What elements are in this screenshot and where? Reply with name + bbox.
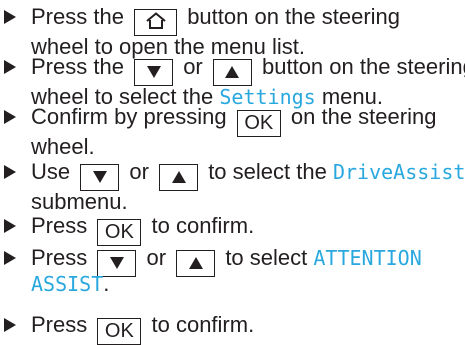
bullet-arrow-icon [4, 318, 16, 332]
step-text: Press [31, 312, 88, 337]
step-text: Press [31, 245, 88, 270]
step-text: or [183, 54, 203, 79]
menu-name-highlight: ATTENTION [313, 246, 422, 270]
bullet-arrow-icon [4, 10, 16, 24]
down-triangle-icon [92, 171, 107, 183]
bullet-arrow-icon [4, 251, 16, 265]
step-text: to confirm. [151, 213, 255, 238]
up-button-key [159, 164, 199, 191]
up-button-key [176, 250, 216, 277]
bullet-arrow-icon [4, 165, 16, 179]
up-triangle-icon [225, 66, 240, 78]
ok-button-key: OK [97, 219, 142, 246]
step-text: button on the steering [187, 4, 401, 29]
step-text: Use [31, 159, 71, 184]
up-triangle-icon [171, 171, 186, 183]
ok-button-key: OK [236, 110, 281, 137]
step-text: Confirm by pressing [31, 104, 227, 129]
ok-button-key: OK [97, 318, 142, 345]
bullet-arrow-icon [4, 60, 16, 74]
step-text: wheel. [31, 134, 95, 159]
up-triangle-icon [188, 257, 203, 269]
step-text: or [146, 245, 167, 270]
menu-name-highlight: DriveAssist [332, 160, 465, 184]
down-triangle-icon [109, 257, 124, 269]
step-text: or [129, 159, 149, 184]
step-text: Press the [31, 4, 124, 29]
step-text: on the steering [290, 104, 437, 129]
bullet-arrow-icon [4, 110, 16, 124]
home-icon [145, 12, 166, 29]
step-text: Press [31, 213, 88, 238]
step-text: to select the [208, 159, 327, 184]
menu-name-highlight: ASSIST [31, 272, 104, 296]
step-text: . [103, 271, 110, 296]
step-text: to confirm. [151, 312, 255, 337]
bullet-arrow-icon [4, 219, 16, 233]
step-text: Press the [31, 54, 124, 79]
down-triangle-icon [146, 66, 161, 78]
step-text: to select [225, 245, 308, 270]
step-text: button on the steering [262, 54, 465, 79]
